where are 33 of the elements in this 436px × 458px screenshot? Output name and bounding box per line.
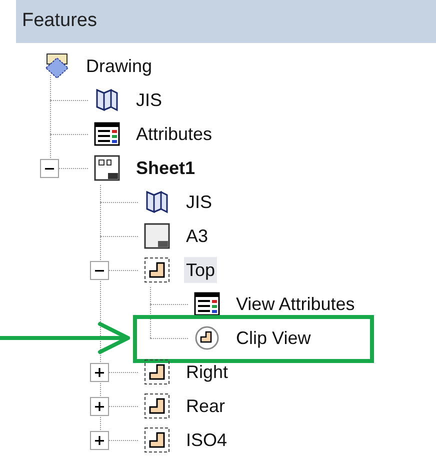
tree-item[interactable]: A3 bbox=[184, 223, 210, 249]
list-icon bbox=[94, 122, 120, 146]
drawing-icon bbox=[43, 52, 71, 80]
panel-title: Features bbox=[22, 9, 97, 34]
tree-item[interactable]: JIS bbox=[184, 189, 214, 215]
clip-view-icon bbox=[194, 325, 220, 351]
tree-item[interactable]: ISO4 bbox=[184, 427, 230, 453]
collapse-toggle[interactable] bbox=[40, 158, 59, 178]
view-icon bbox=[144, 359, 170, 385]
tree-item[interactable]: Right bbox=[184, 359, 230, 385]
view-icon bbox=[144, 257, 170, 283]
tree-item[interactable]: Top bbox=[184, 257, 218, 283]
tree-item[interactable]: Sheet1 bbox=[134, 155, 198, 181]
tree-item[interactable]: Drawing bbox=[84, 53, 154, 79]
view-icon bbox=[144, 427, 170, 453]
paper-icon bbox=[144, 223, 170, 249]
tree-item[interactable]: Clip View bbox=[234, 325, 313, 351]
tree-item[interactable]: View Attributes bbox=[234, 291, 357, 317]
plus-icon bbox=[95, 436, 104, 444]
sheet-icon bbox=[94, 155, 120, 181]
book-icon bbox=[94, 87, 120, 113]
expand-toggle[interactable] bbox=[90, 396, 109, 416]
book-icon bbox=[144, 189, 170, 215]
tree-item[interactable]: Attributes bbox=[134, 121, 214, 147]
expand-toggle[interactable] bbox=[90, 430, 109, 450]
plus-icon bbox=[95, 368, 104, 376]
plus-icon bbox=[95, 402, 104, 410]
expand-toggle[interactable] bbox=[90, 362, 109, 382]
view-icon bbox=[144, 393, 170, 419]
collapse-toggle[interactable] bbox=[90, 260, 109, 280]
tree-item[interactable]: Rear bbox=[184, 393, 228, 419]
list-icon bbox=[194, 292, 220, 316]
tree-item[interactable]: JIS bbox=[134, 87, 164, 113]
